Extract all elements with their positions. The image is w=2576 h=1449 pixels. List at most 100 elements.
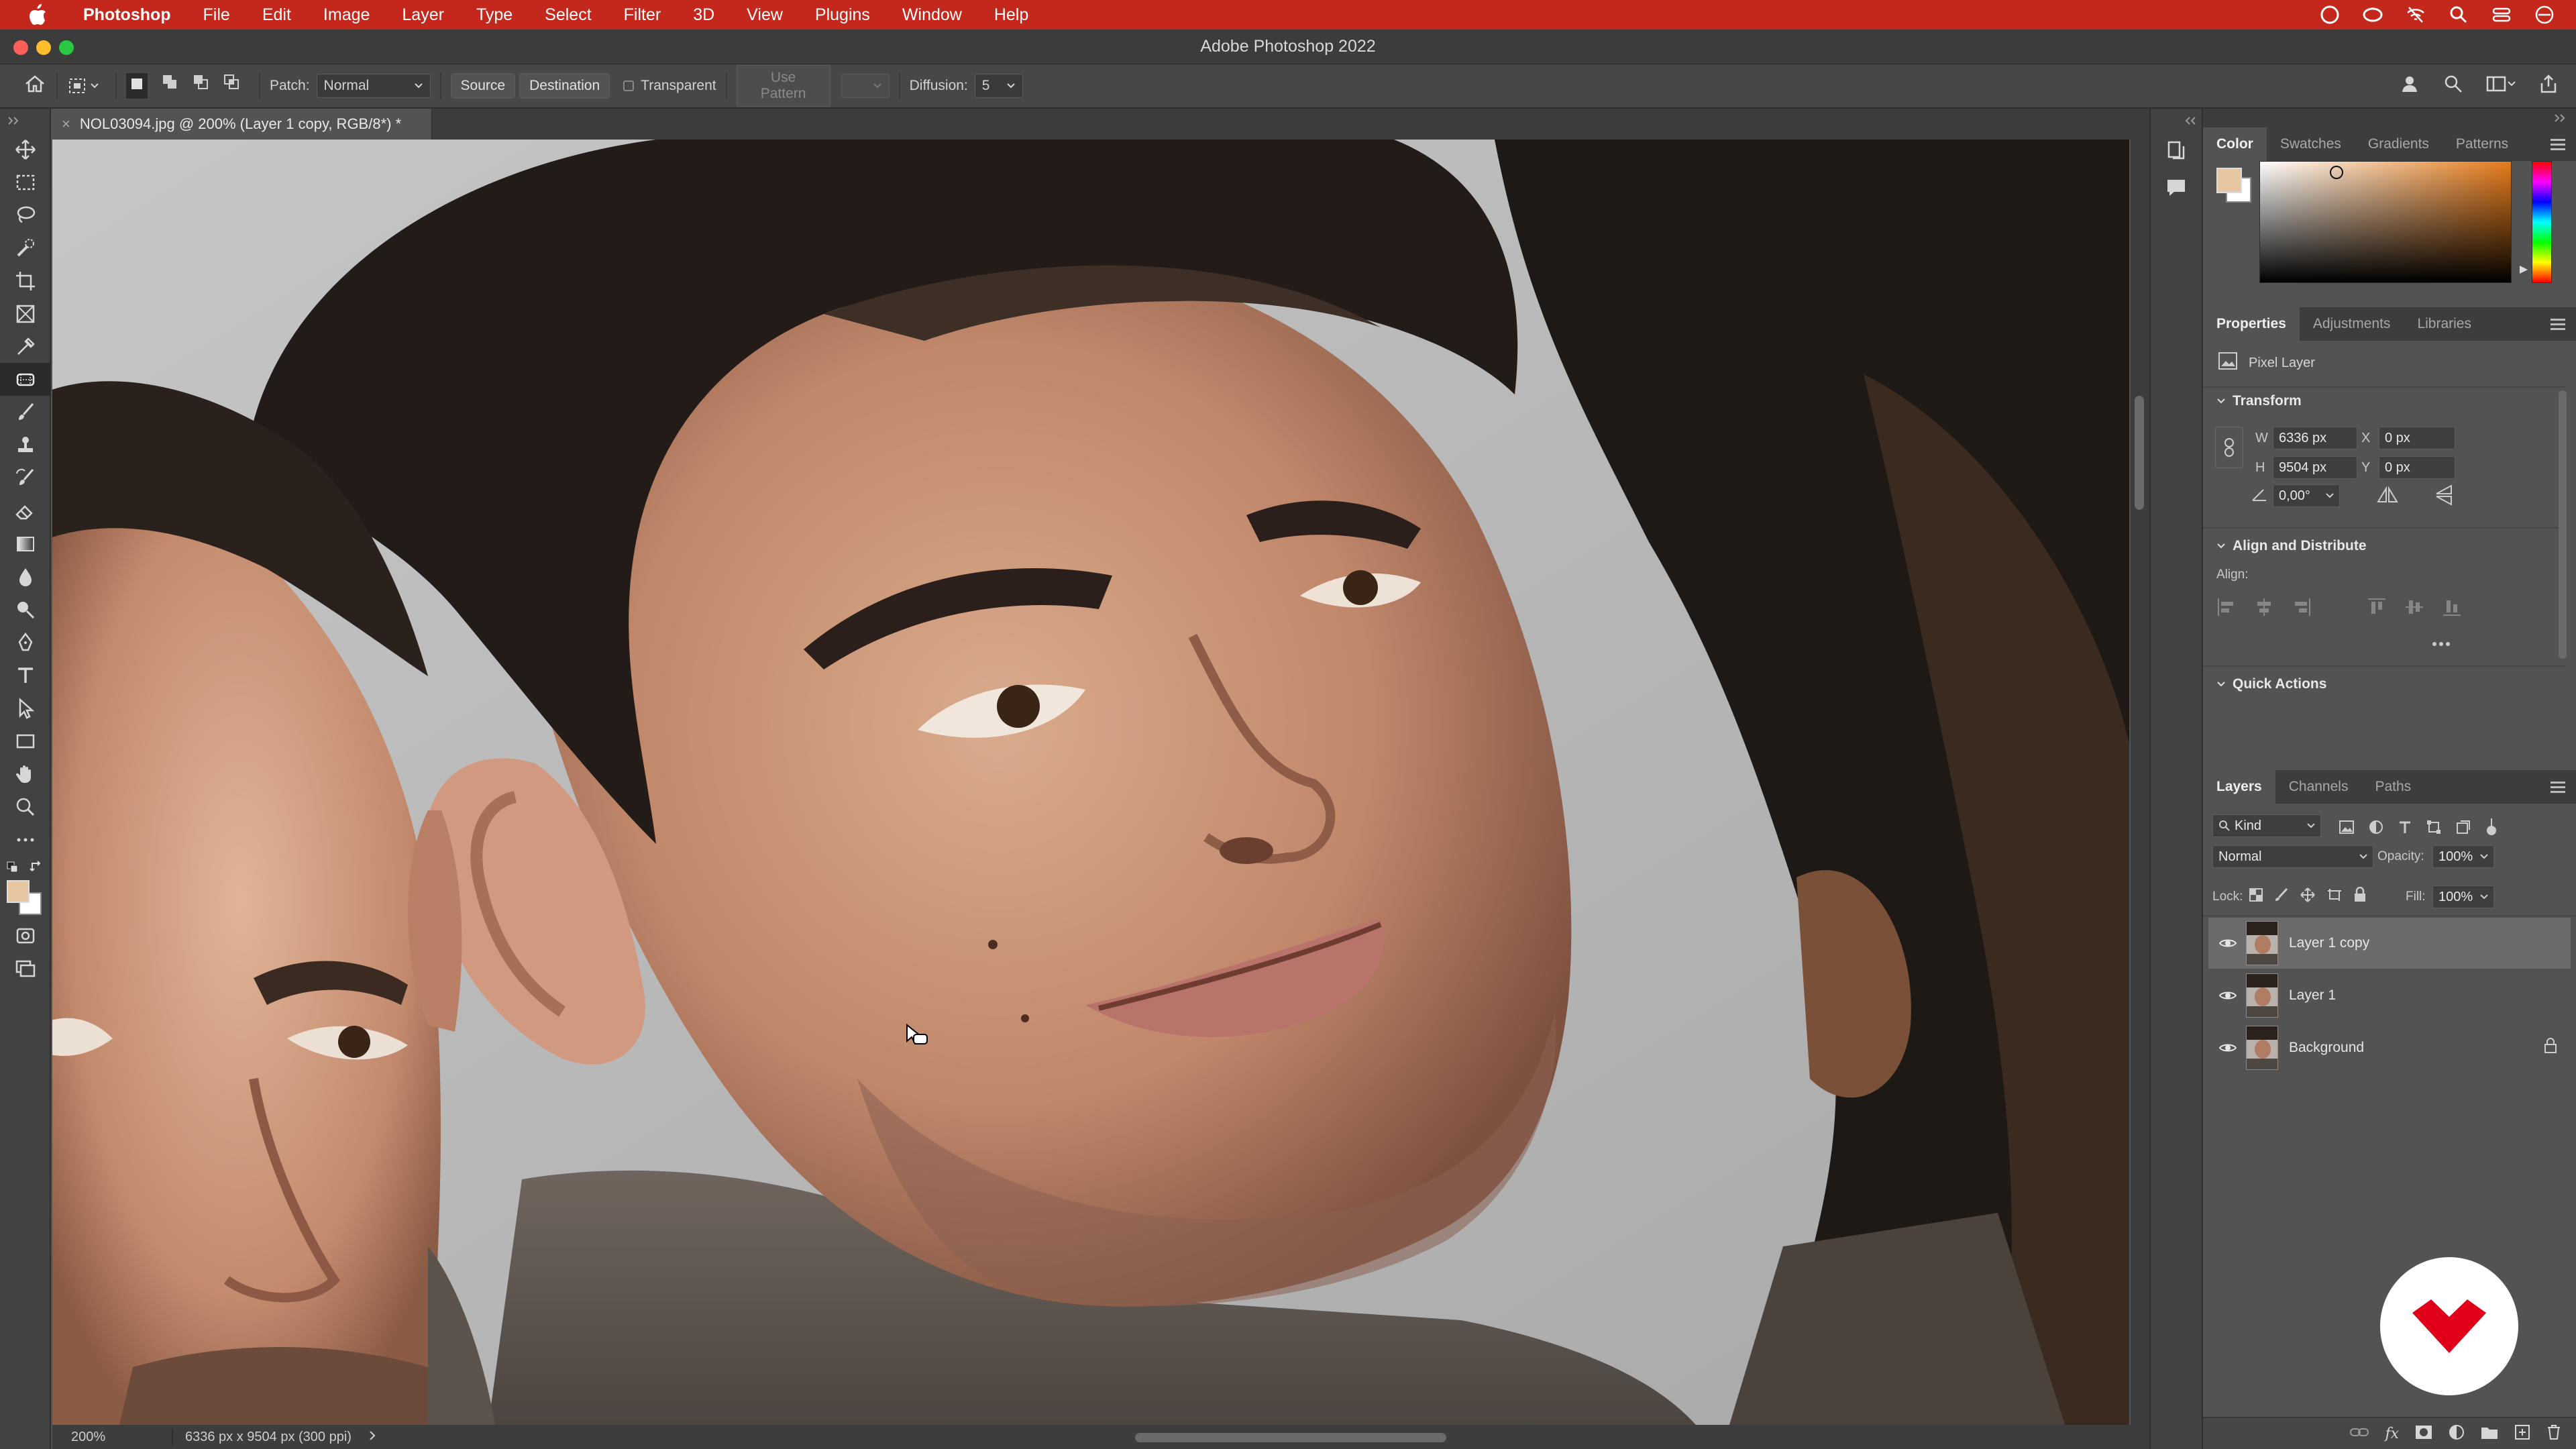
delete-layer-icon[interactable] <box>2546 1424 2561 1444</box>
align-left-icon[interactable] <box>2216 597 2237 621</box>
share-export-icon[interactable] <box>2538 74 2559 98</box>
horizontal-scroll-thumb[interactable] <box>1135 1433 1446 1442</box>
tab-swatches[interactable]: Swatches <box>2267 127 2355 161</box>
align-section-header[interactable]: Align and Distribute <box>2216 538 2367 554</box>
zoom-tool-icon[interactable] <box>0 790 51 823</box>
maximize-window-button[interactable] <box>59 40 74 55</box>
filter-smart-object-icon[interactable] <box>2455 819 2471 839</box>
menu-select[interactable]: Select <box>529 0 607 30</box>
filter-shape-icon[interactable] <box>2426 819 2442 839</box>
share-user-icon[interactable] <box>2400 74 2420 98</box>
color-picker-handle[interactable] <box>2330 166 2343 179</box>
flip-horizontal-icon[interactable] <box>2376 486 2399 508</box>
menu-plugins[interactable]: Plugins <box>799 0 886 30</box>
lock-position-icon[interactable] <box>2300 887 2316 906</box>
source-button[interactable]: Source <box>450 73 516 99</box>
new-selection-icon[interactable] <box>126 73 148 99</box>
clone-stamp-tool-icon[interactable] <box>0 429 51 462</box>
lock-pixels-icon[interactable] <box>2274 888 2289 906</box>
menu-window[interactable]: Window <box>886 0 978 30</box>
patch-mode-select[interactable]: Normal <box>316 74 431 98</box>
dodge-tool-icon[interactable] <box>0 593 51 626</box>
align-middle-v-icon[interactable] <box>2404 597 2424 621</box>
marquee-tool-icon[interactable] <box>0 166 51 199</box>
fill-field[interactable]: 100% <box>2432 885 2494 908</box>
close-document-icon[interactable]: × <box>62 115 70 133</box>
transform-section-header[interactable]: Transform <box>2216 393 2302 409</box>
rectangle-tool-icon[interactable] <box>0 724 51 757</box>
more-tools-icon[interactable] <box>0 823 51 856</box>
minimize-window-button[interactable] <box>36 40 51 55</box>
frame-tool-icon[interactable] <box>0 297 51 330</box>
align-bottom-icon[interactable] <box>2442 597 2462 621</box>
new-group-icon[interactable] <box>2481 1425 2498 1443</box>
home-icon[interactable] <box>24 74 47 98</box>
menu-help[interactable]: Help <box>978 0 1044 30</box>
gradient-tool-icon[interactable] <box>0 527 51 560</box>
eyedropper-tool-icon[interactable] <box>0 330 51 363</box>
status-expand-icon[interactable] <box>369 1430 377 1445</box>
menu-image[interactable]: Image <box>307 0 386 30</box>
panel-menu-icon[interactable] <box>2551 138 2565 150</box>
zoom-level[interactable]: 200% <box>71 1430 172 1445</box>
vertical-scroll-thumb[interactable] <box>2135 396 2144 510</box>
visibility-eye-icon[interactable] <box>2218 1042 2238 1053</box>
properties-scrollbar[interactable] <box>2559 390 2567 659</box>
patch-tool-icon[interactable] <box>0 363 51 396</box>
document-tab[interactable]: × NOL03094.jpg @ 200% (Layer 1 copy, RGB… <box>52 109 432 140</box>
pattern-picker[interactable] <box>841 74 890 98</box>
control-center-icon[interactable] <box>2490 3 2513 26</box>
pen-tool-icon[interactable] <box>0 626 51 659</box>
layer-row-layer-1[interactable]: Layer 1 <box>2208 970 2571 1021</box>
tab-properties[interactable]: Properties <box>2203 307 2300 341</box>
visibility-eye-icon[interactable] <box>2218 990 2238 1001</box>
history-panel-icon[interactable] <box>2151 133 2202 169</box>
tab-layers[interactable]: Layers <box>2203 770 2275 804</box>
tab-patterns[interactable]: Patterns <box>2443 127 2522 161</box>
panels-collapse-icon[interactable] <box>2203 109 2576 127</box>
tab-paths[interactable]: Paths <box>2361 770 2424 804</box>
collapse-dock-icon[interactable] <box>2151 109 2202 133</box>
more-options-icon[interactable] <box>2431 639 2451 651</box>
lock-artboard-icon[interactable] <box>2326 888 2343 906</box>
diffusion-select[interactable]: 5 <box>974 74 1023 98</box>
tab-gradients[interactable]: Gradients <box>2355 127 2443 161</box>
opacity-field[interactable]: 100% <box>2432 845 2494 868</box>
lock-icon[interactable] <box>2544 1038 2557 1058</box>
crop-tool-icon[interactable] <box>0 264 51 297</box>
align-center-h-icon[interactable] <box>2254 597 2274 621</box>
quick-actions-header[interactable]: Quick Actions <box>2216 676 2326 692</box>
height-field[interactable]: 9504 px <box>2273 456 2357 479</box>
subtract-from-selection-icon[interactable] <box>192 73 209 99</box>
link-dimensions-icon[interactable] <box>2215 427 2243 468</box>
new-layer-icon[interactable] <box>2514 1424 2530 1444</box>
use-pattern-button[interactable]: Use Pattern <box>736 65 830 107</box>
screen-mode-icon[interactable] <box>0 952 51 985</box>
menu-3d[interactable]: 3D <box>677 0 731 30</box>
intersect-selection-icon[interactable] <box>223 73 240 99</box>
flip-vertical-icon[interactable] <box>2434 484 2454 509</box>
close-window-button[interactable] <box>13 40 28 55</box>
x-field[interactable]: 0 px <box>2379 427 2455 449</box>
visibility-eye-icon[interactable] <box>2218 938 2238 949</box>
quick-mask-icon[interactable] <box>0 919 51 952</box>
align-top-icon[interactable] <box>2367 597 2387 621</box>
hand-tool-icon[interactable] <box>0 757 51 790</box>
panel-menu-icon[interactable] <box>2551 781 2565 793</box>
y-field[interactable]: 0 px <box>2379 456 2455 479</box>
menu-view[interactable]: View <box>731 0 799 30</box>
blend-mode-select[interactable]: Normal <box>2212 845 2373 868</box>
cc-sync-icon[interactable] <box>2361 3 2384 26</box>
destination-button[interactable]: Destination <box>519 73 610 99</box>
collapse-tools-icon[interactable] <box>0 109 50 133</box>
layer-row-layer-1-copy[interactable]: Layer 1 copy <box>2208 918 2571 969</box>
default-colors-icon[interactable] <box>7 861 19 877</box>
add-to-selection-icon[interactable] <box>161 73 178 99</box>
menu-edit[interactable]: Edit <box>246 0 307 30</box>
document-canvas[interactable] <box>52 140 2129 1425</box>
filter-type-icon[interactable] <box>2398 820 2412 838</box>
menu-filter[interactable]: Filter <box>608 0 678 30</box>
creative-cloud-icon[interactable] <box>2318 3 2341 26</box>
blur-tool-icon[interactable] <box>0 560 51 593</box>
vertical-scrollbar[interactable] <box>2131 140 2149 1425</box>
